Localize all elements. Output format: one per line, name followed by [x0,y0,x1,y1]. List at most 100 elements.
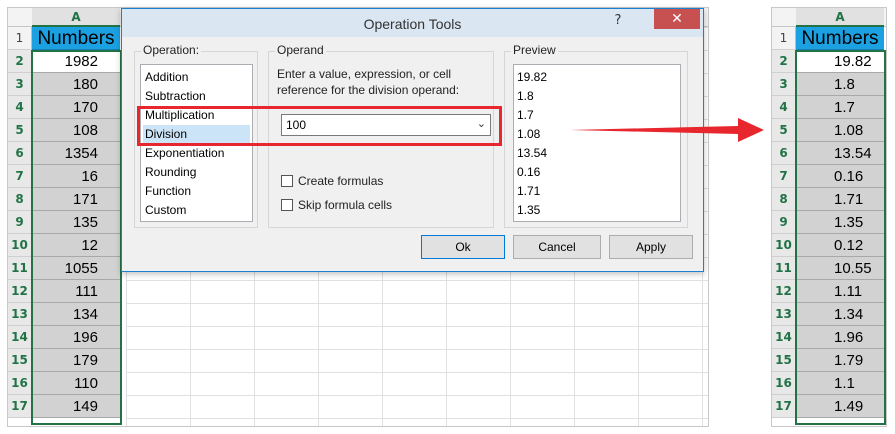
preview-label: Preview [511,43,558,57]
row-number[interactable]: 13 [8,303,32,326]
operation-item-custom[interactable]: Custom [143,201,250,220]
preview-value: 1.8 [517,89,534,103]
operation-item-addition[interactable]: Addition [143,68,250,87]
data-cell[interactable]: 196 [32,326,120,349]
row-number[interactable]: 6 [772,142,796,165]
data-cell[interactable]: 0.12 [796,234,884,257]
data-cell[interactable]: 135 [32,211,120,234]
data-cell[interactable]: 1055 [32,257,120,280]
data-cell[interactable]: 0.16 [796,165,884,188]
operation-item-subtraction[interactable]: Subtraction [143,87,250,106]
data-cell[interactable]: 179 [32,349,120,372]
data-cell[interactable]: 108 [32,119,120,142]
data-cell[interactable]: 1.8 [796,73,884,96]
apply-button[interactable]: Apply [609,235,693,259]
header-cell[interactable]: Numbers [796,27,884,50]
create-formulas-label: Create formulas [298,174,384,188]
operation-list[interactable]: Addition Subtraction Multiplication Divi… [140,64,253,222]
operation-item-exponentiation[interactable]: Exponentiation [143,144,250,163]
help-icon[interactable]: ? [609,12,627,30]
row-number[interactable]: 10 [772,234,796,257]
row-number[interactable]: 8 [8,188,32,211]
row-number[interactable]: 3 [8,73,32,96]
row-number[interactable]: 7 [772,165,796,188]
data-cell[interactable]: 1.08 [796,119,884,142]
data-cell[interactable]: 1982 [32,50,120,73]
row-number[interactable]: 5 [772,119,796,142]
row-number[interactable]: 2 [8,50,32,73]
operation-group: Operation: Addition Subtraction Multipli… [134,43,258,228]
row-number[interactable]: 9 [8,211,32,234]
row-number[interactable]: 12 [8,280,32,303]
column-a-header[interactable]: A [796,8,884,27]
dialog-titlebar[interactable]: Operation Tools ? ✕ [122,9,703,37]
data-cell[interactable]: 149 [32,395,120,418]
row-number[interactable]: 1 [772,27,796,50]
data-cell[interactable]: 16 [32,165,120,188]
operand-combobox[interactable]: 100 ⌄ [281,114,491,136]
data-cell[interactable]: 10.55 [796,257,884,280]
row-number[interactable]: 16 [8,372,32,395]
row-number[interactable]: 7 [8,165,32,188]
row-number[interactable]: 17 [8,395,32,418]
data-cell[interactable]: 1.34 [796,303,884,326]
close-button[interactable]: ✕ [654,9,700,29]
data-cell[interactable]: 13.54 [796,142,884,165]
row-number[interactable]: 3 [772,73,796,96]
row-number[interactable]: 13 [772,303,796,326]
data-cell[interactable]: 1.35 [796,211,884,234]
data-cell[interactable]: 1.49 [796,395,884,418]
data-cell[interactable]: 1.96 [796,326,884,349]
row-number[interactable]: 11 [8,257,32,280]
row-number[interactable]: 14 [772,326,796,349]
skip-formula-cells-label: Skip formula cells [298,198,393,212]
data-cell[interactable]: 134 [32,303,120,326]
chevron-down-icon[interactable]: ⌄ [477,117,486,130]
data-cell[interactable]: 1.11 [796,280,884,303]
row-number[interactable]: 12 [772,280,796,303]
operand-group: Operand Enter a value, expression, or ce… [268,43,494,228]
row-number[interactable]: 1 [8,27,32,50]
data-cell[interactable]: 12 [32,234,120,257]
ok-button[interactable]: Ok [421,235,505,259]
row-number[interactable]: 9 [772,211,796,234]
row-number[interactable]: 8 [772,188,796,211]
row-number[interactable]: 4 [8,96,32,119]
row-number[interactable]: 14 [8,326,32,349]
operand-description-line2: reference for the division operand: [277,83,460,97]
data-cell[interactable]: 180 [32,73,120,96]
operation-item-function[interactable]: Function [143,182,250,201]
data-cell[interactable]: 1.7 [796,96,884,119]
row-number[interactable]: 15 [772,349,796,372]
row-number[interactable]: 15 [8,349,32,372]
operation-item-rounding[interactable]: Rounding [143,163,250,182]
header-cell[interactable]: Numbers [32,27,120,50]
row-number[interactable]: 16 [772,372,796,395]
data-cell[interactable]: 1354 [32,142,120,165]
row-number[interactable]: 2 [772,50,796,73]
cancel-button[interactable]: Cancel [513,235,601,259]
preview-value: 1.7 [517,108,534,122]
operation-item-multiplication[interactable]: Multiplication [143,106,250,125]
data-cell[interactable]: 1.1 [796,372,884,395]
data-cell[interactable]: 111 [32,280,120,303]
data-cell[interactable]: 170 [32,96,120,119]
checkbox-box[interactable] [281,175,293,187]
data-cell[interactable]: 19.82 [796,50,884,73]
checkbox-box[interactable] [281,199,293,211]
data-cell[interactable]: 1.79 [796,349,884,372]
row-number[interactable]: 4 [772,96,796,119]
column-a-header[interactable]: A [32,8,120,27]
row-number[interactable]: 11 [772,257,796,280]
row-number[interactable]: 6 [8,142,32,165]
operation-label: Operation: [141,43,202,57]
row-number[interactable]: 17 [772,395,796,418]
row-number[interactable]: 5 [8,119,32,142]
data-cell[interactable]: 1.71 [796,188,884,211]
preview-value: 19.82 [517,70,548,84]
data-cell[interactable]: 171 [32,188,120,211]
dialog-body: Operation: Addition Subtraction Multipli… [127,37,698,266]
data-cell[interactable]: 110 [32,372,120,395]
operation-item-division[interactable]: Division [143,125,250,144]
row-number[interactable]: 10 [8,234,32,257]
